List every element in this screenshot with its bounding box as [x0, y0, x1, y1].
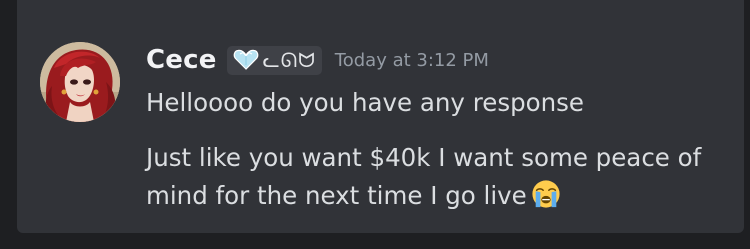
loudly-crying-face-icon [532, 180, 560, 208]
heart-gem-icon [233, 49, 258, 70]
avatar[interactable] [40, 42, 120, 122]
avatar-image [40, 42, 120, 122]
chat-message: Cece ᓚᘏᗢ Today at 3:12 PM Helloooo do yo… [17, 0, 744, 233]
server-tag-badge[interactable]: ᓚᘏᗢ [226, 45, 322, 75]
message-header: Cece ᓚᘏᗢ Today at 3:12 PM [146, 40, 489, 80]
username[interactable]: Cece [146, 45, 217, 75]
timestamp[interactable]: Today at 3:12 PM [335, 50, 489, 71]
message-text: Helloooo do you have any response [146, 88, 584, 117]
chat-panel: Cece ᓚᘏᗢ Today at 3:12 PM Helloooo do yo… [17, 0, 744, 233]
page: Cece ᓚᘏᗢ Today at 3:12 PM Helloooo do yo… [0, 0, 750, 249]
server-tag-text: ᓚᘏᗢ [262, 48, 316, 72]
message-text-block: Just like you want $40k I want some peac… [146, 139, 746, 215]
message-text: Just like you want $40k I want some peac… [146, 143, 702, 210]
